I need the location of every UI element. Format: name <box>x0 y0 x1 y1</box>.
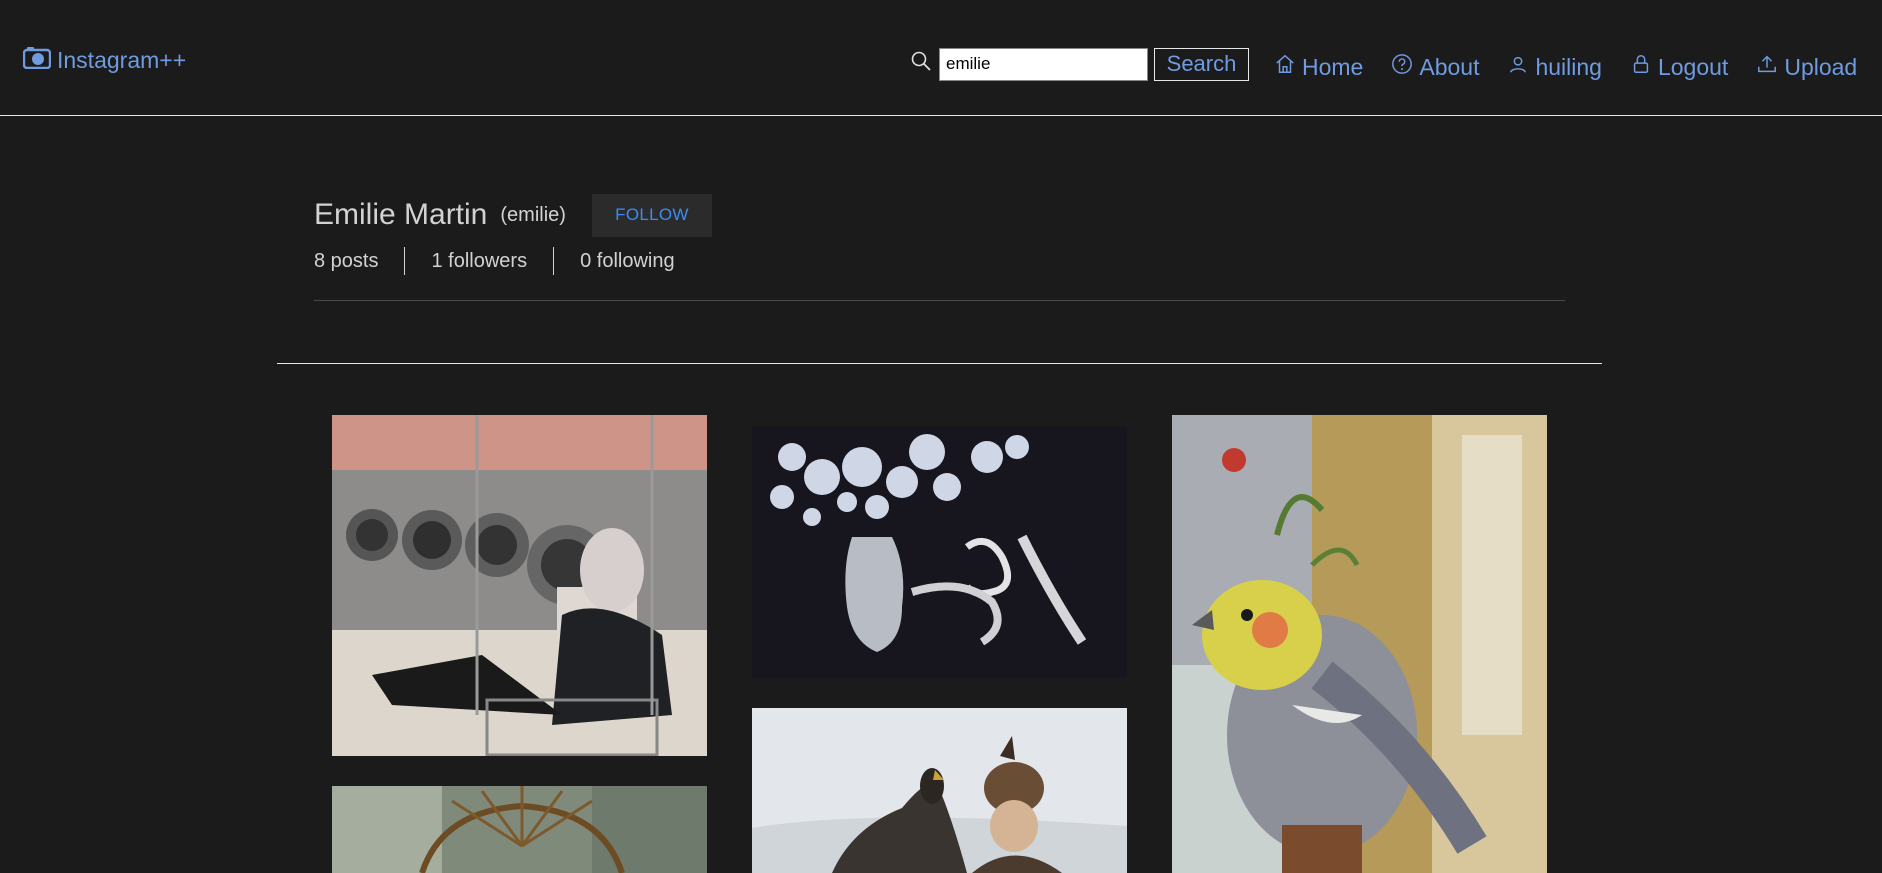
brand-link[interactable]: Instagram++ <box>22 44 187 76</box>
post-image <box>752 427 1127 677</box>
following-count[interactable]: 0 following <box>580 250 675 273</box>
search-icon <box>909 49 933 73</box>
nav-home-link[interactable]: Home <box>1274 53 1363 81</box>
upload-icon <box>1756 53 1778 81</box>
profile-title-row: Emilie Martin (emilie) FOLLOW <box>314 190 1565 240</box>
lock-icon <box>1630 53 1652 81</box>
nav-profile-label: huiling <box>1535 53 1602 80</box>
nav-upload-link[interactable]: Upload <box>1756 53 1857 81</box>
home-icon <box>1274 53 1296 81</box>
post-thumbnail[interactable] <box>1172 415 1547 873</box>
question-icon <box>1391 53 1413 81</box>
post-image <box>752 708 1127 873</box>
brand-name: Instagram++ <box>57 46 187 73</box>
top-navbar: Instagram++ Search Home About <box>0 0 1882 116</box>
post-thumbnail[interactable] <box>332 415 707 756</box>
nav-about-link[interactable]: About <box>1391 53 1479 81</box>
post-thumbnail[interactable] <box>752 427 1127 677</box>
post-image <box>1172 415 1547 873</box>
profile-divider <box>314 300 1565 301</box>
search-input[interactable] <box>939 47 1148 81</box>
followers-count[interactable]: 1 followers <box>431 250 527 273</box>
posts-count: 8 posts <box>314 249 379 272</box>
follow-button[interactable]: FOLLOW <box>591 193 712 237</box>
nav-links: Home About huiling Logout Upload <box>1274 50 1857 84</box>
post-thumbnail[interactable] <box>332 786 707 873</box>
user-icon <box>1507 53 1529 81</box>
search-form: Search <box>909 46 1249 82</box>
profile-stats: 8 posts 1 followers 0 following <box>314 246 1565 276</box>
post-thumbnail[interactable] <box>752 708 1127 873</box>
stat-divider <box>404 247 406 275</box>
profile-username: (emilie) <box>500 203 566 226</box>
section-divider <box>277 363 1602 364</box>
profile-header: Emilie Martin (emilie) FOLLOW 8 posts 1 … <box>314 190 1565 276</box>
post-image <box>332 415 707 756</box>
profile-full-name: Emilie Martin <box>314 198 488 231</box>
nav-profile-link[interactable]: huiling <box>1507 53 1602 81</box>
nav-about-label: About <box>1419 53 1480 80</box>
nav-home-label: Home <box>1302 53 1364 80</box>
search-button[interactable]: Search <box>1154 47 1249 81</box>
stat-divider <box>553 247 555 275</box>
post-image <box>332 786 707 873</box>
nav-logout-link[interactable]: Logout <box>1630 53 1728 81</box>
nav-logout-label: Logout <box>1657 53 1729 80</box>
camera-icon <box>22 45 52 75</box>
nav-upload-label: Upload <box>1784 53 1858 80</box>
